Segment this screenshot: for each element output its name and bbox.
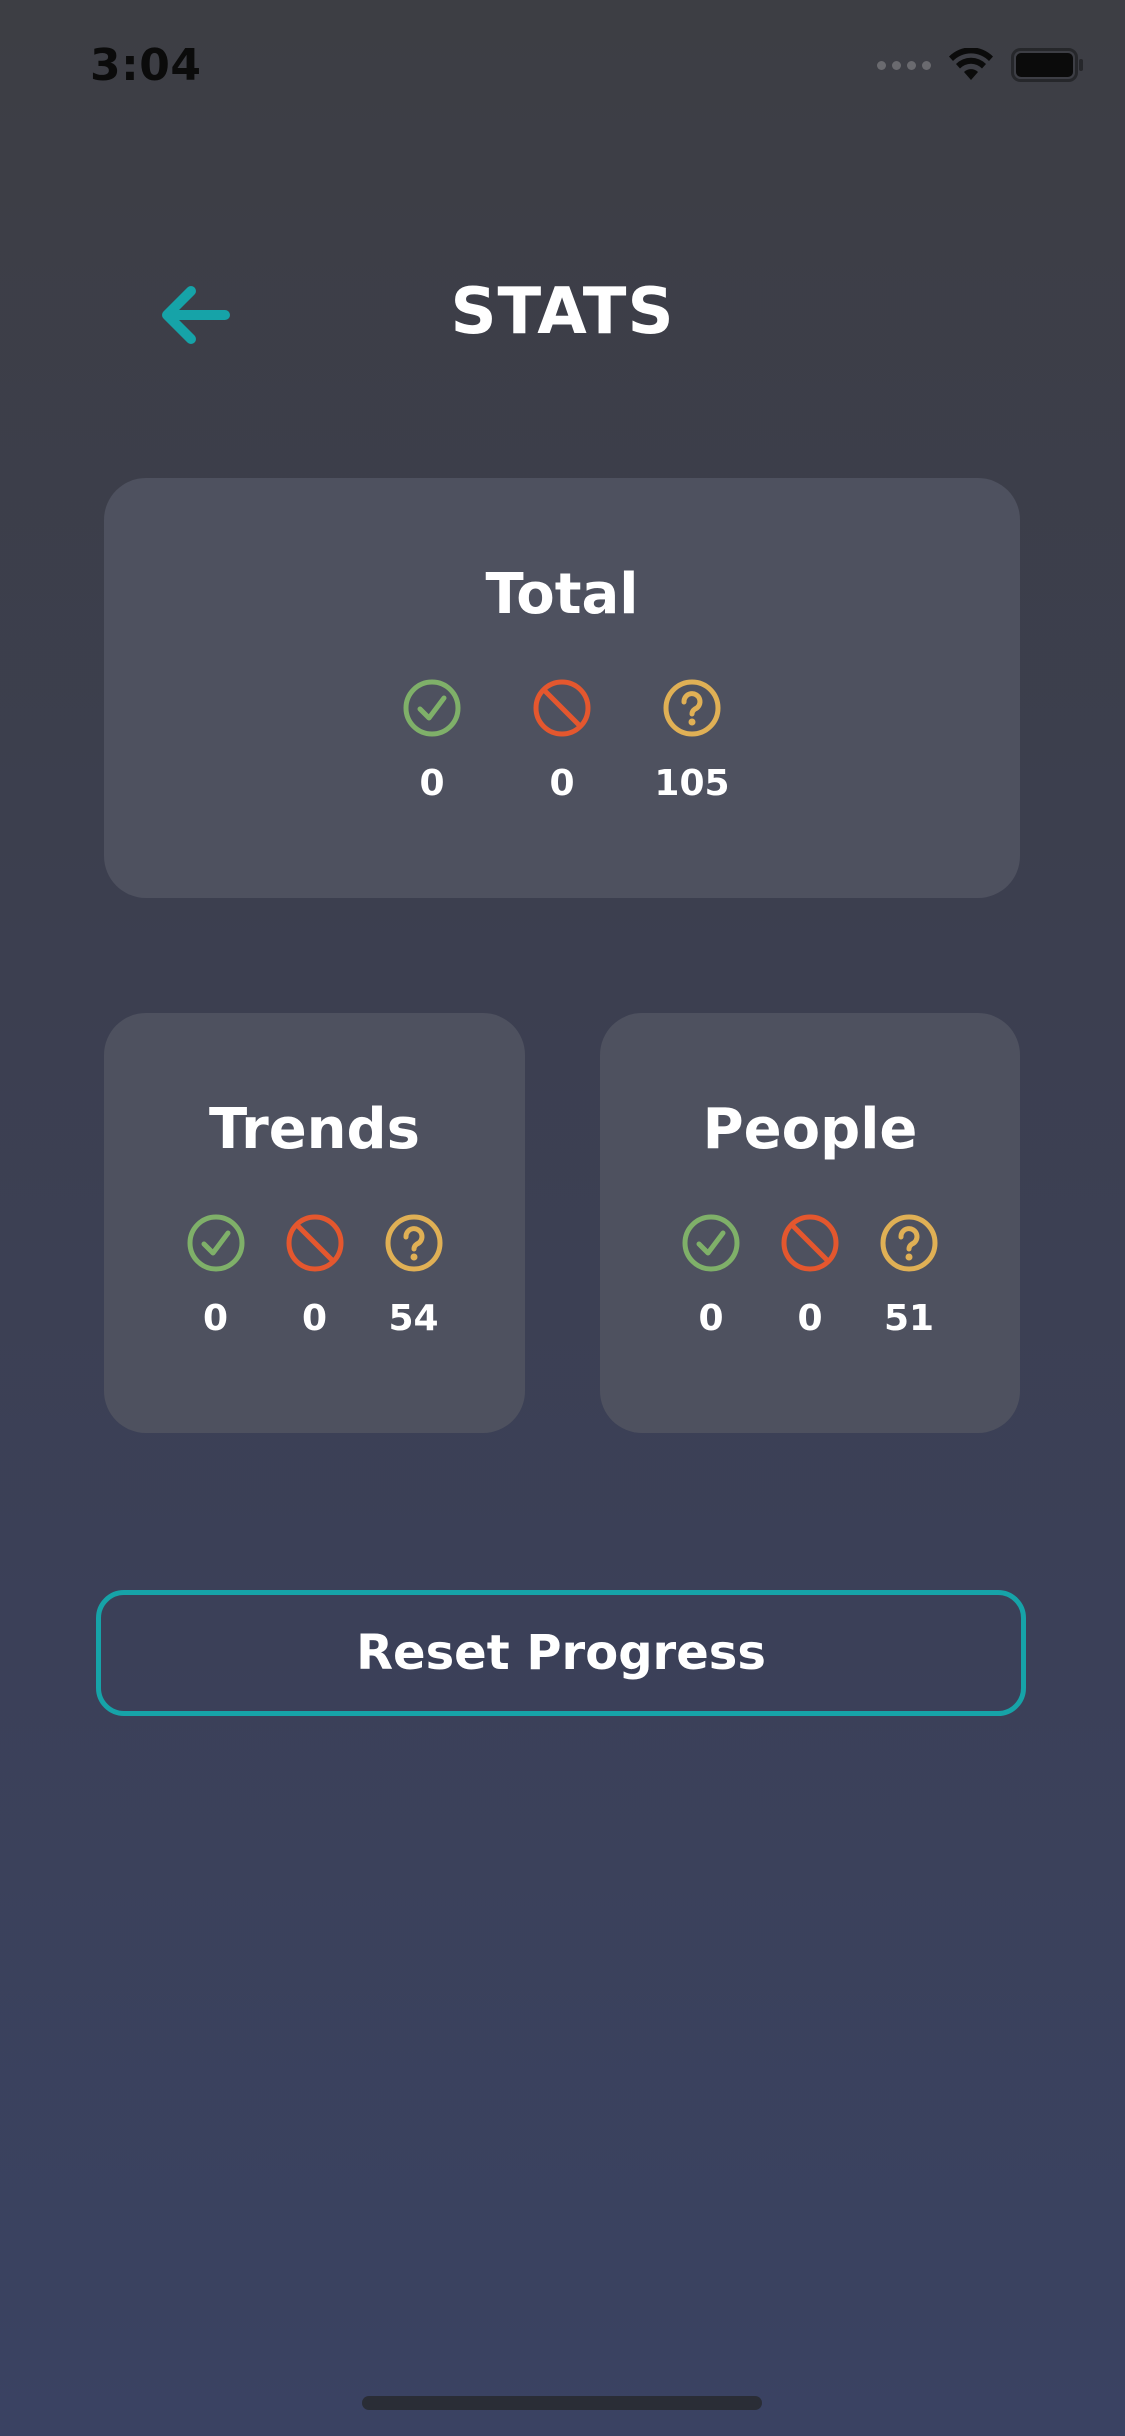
status-bar: 3:04: [0, 0, 1125, 140]
question-circle-icon: [663, 679, 721, 737]
unanswered-stat: 51: [860, 1213, 959, 1341]
total-stats-card: Total 0 0 105: [104, 478, 1020, 898]
correct-count: 0: [419, 763, 445, 804]
check-circle-icon: [682, 1214, 740, 1272]
card-title: People: [702, 1097, 918, 1162]
unanswered-count: 51: [883, 1298, 935, 1339]
trends-stats-card: Trends 0 0 54: [104, 1013, 525, 1433]
stat-row: 0 0 54: [104, 1213, 525, 1341]
correct-stat: 0: [367, 678, 497, 806]
reset-progress-button[interactable]: Reset Progress: [96, 1590, 1026, 1716]
question-circle-icon: [385, 1214, 442, 1272]
page-title: STATS: [450, 275, 675, 349]
correct-stat: 0: [166, 1213, 265, 1341]
wrong-count: 0: [301, 1298, 328, 1339]
wrong-count: 0: [549, 763, 575, 804]
unanswered-stat: 105: [627, 678, 757, 806]
correct-stat: 0: [662, 1213, 761, 1341]
prohibited-circle-icon: [533, 679, 591, 737]
wrong-stat: 0: [761, 1213, 860, 1341]
status-icons: [877, 48, 1085, 82]
prohibited-circle-icon: [286, 1214, 343, 1272]
question-circle-icon: [880, 1214, 938, 1272]
prohibited-circle-icon: [781, 1214, 839, 1272]
unanswered-count: 105: [654, 763, 730, 804]
wrong-count: 0: [797, 1298, 823, 1339]
correct-count: 0: [698, 1298, 724, 1339]
check-circle-icon: [403, 679, 461, 737]
people-stats-card: People 0 0 51: [600, 1013, 1020, 1433]
unanswered-stat: 54: [364, 1213, 463, 1341]
stat-row: 0 0 51: [600, 1213, 1020, 1341]
wrong-stat: 0: [265, 1213, 364, 1341]
status-time: 3:04: [90, 40, 202, 91]
home-indicator[interactable]: [362, 2396, 762, 2410]
wrong-stat: 0: [497, 678, 627, 806]
wifi-icon: [949, 48, 993, 80]
card-title: Trends: [209, 1097, 420, 1162]
card-title: Total: [485, 562, 639, 627]
cellular-signal-icon: [877, 60, 931, 70]
stat-row: 0 0 105: [104, 678, 1020, 806]
correct-count: 0: [202, 1298, 229, 1339]
check-circle-icon: [187, 1214, 244, 1272]
unanswered-count: 54: [388, 1298, 439, 1339]
battery-icon: [1011, 48, 1083, 82]
